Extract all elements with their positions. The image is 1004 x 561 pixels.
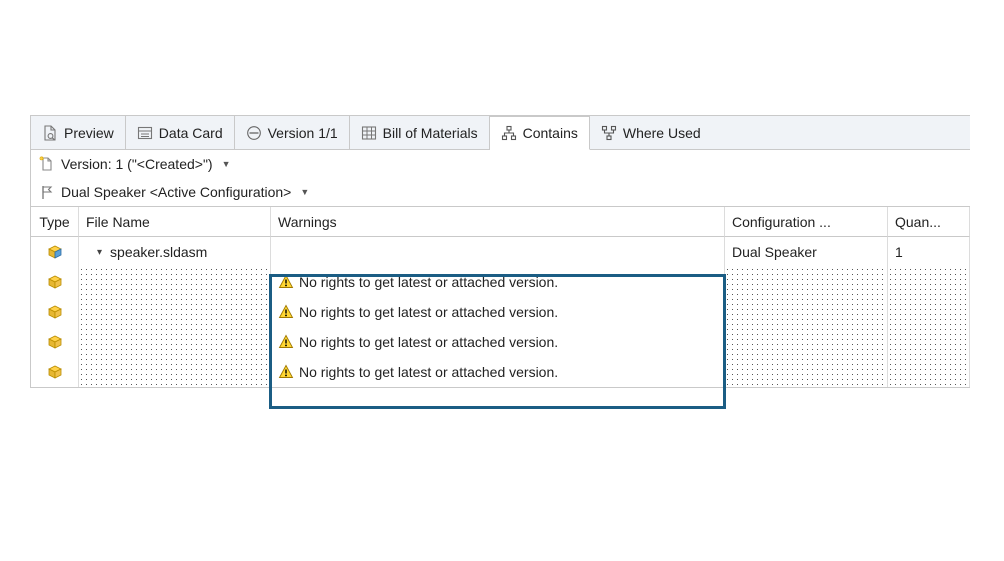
- warn-text: No rights to get latest or attached vers…: [299, 334, 558, 350]
- cfg-cell: [725, 297, 888, 327]
- qty-cell: [888, 327, 970, 357]
- part-icon: [46, 333, 64, 351]
- filename-text: speaker.sldasm: [110, 244, 207, 260]
- bom-icon: [361, 125, 377, 141]
- col-qty[interactable]: Quan...: [888, 207, 970, 237]
- config-selector[interactable]: Dual Speaker <Active Configuration> ▼: [31, 178, 970, 206]
- tab-label: Bill of Materials: [383, 125, 478, 141]
- tab-preview[interactable]: Preview: [31, 116, 126, 149]
- grid-row[interactable]: No rights to get latest or attached vers…: [31, 297, 970, 327]
- chevron-down-icon: ▼: [222, 159, 231, 169]
- tab-contains[interactable]: Contains: [490, 116, 590, 150]
- version-selector[interactable]: Version: 1 ("<Created>") ▼: [31, 150, 970, 178]
- warning-icon: [278, 364, 294, 380]
- tab-label: Preview: [64, 125, 114, 141]
- warning-icon: [278, 274, 294, 290]
- grid-row[interactable]: No rights to get latest or attached vers…: [31, 327, 970, 357]
- tab-whereused[interactable]: Where Used: [590, 116, 712, 149]
- type-cell: [31, 357, 79, 387]
- warning-icon: [278, 334, 294, 350]
- tab-label: Version 1/1: [268, 125, 338, 141]
- qty-cell: [888, 357, 970, 387]
- filename-cell: [79, 357, 271, 387]
- tab-bar: Preview Data Card Version 1/1: [31, 116, 970, 150]
- tab-bom[interactable]: Bill of Materials: [350, 116, 490, 149]
- warn-cell: No rights to get latest or attached vers…: [271, 327, 725, 357]
- tab-version[interactable]: Version 1/1: [235, 116, 350, 149]
- type-cell: [31, 267, 79, 297]
- preview-icon: [42, 125, 58, 141]
- grid-row[interactable]: No rights to get latest or attached vers…: [31, 267, 970, 297]
- contains-panel: Preview Data Card Version 1/1: [30, 115, 970, 388]
- warn-text: No rights to get latest or attached vers…: [299, 274, 558, 290]
- cfg-cell: [725, 327, 888, 357]
- tree-caret-icon[interactable]: ▾: [97, 247, 102, 258]
- part-icon: [46, 363, 64, 381]
- qty-cell: [888, 297, 970, 327]
- col-file[interactable]: File Name: [79, 207, 271, 237]
- warn-cell: [271, 237, 725, 267]
- col-warn[interactable]: Warnings: [271, 207, 725, 237]
- warn-cell: No rights to get latest or attached vers…: [271, 357, 725, 387]
- tab-datacard[interactable]: Data Card: [126, 116, 235, 149]
- warning-icon: [278, 304, 294, 320]
- col-type[interactable]: Type: [31, 207, 79, 237]
- whereused-icon: [601, 125, 617, 141]
- cfg-cell: Dual Speaker: [725, 237, 888, 267]
- tab-label: Data Card: [159, 125, 223, 141]
- chevron-down-icon: ▼: [300, 187, 309, 197]
- datacard-icon: [137, 125, 153, 141]
- config-flag-icon: [39, 184, 55, 200]
- part-icon: [46, 273, 64, 291]
- qty-cell: [888, 267, 970, 297]
- contains-grid: Type File Name Warnings Configuration ..…: [31, 206, 970, 387]
- type-cell: [31, 237, 79, 267]
- warn-cell: No rights to get latest or attached vers…: [271, 297, 725, 327]
- warn-text: No rights to get latest or attached vers…: [299, 364, 558, 380]
- filename-cell: [79, 327, 271, 357]
- version-icon: [246, 125, 262, 141]
- col-cfg[interactable]: Configuration ...: [725, 207, 888, 237]
- assembly-icon: [46, 243, 64, 261]
- contains-icon: [501, 125, 517, 141]
- tab-label: Contains: [523, 125, 578, 141]
- version-selector-label: Version: 1 ("<Created>"): [61, 156, 213, 172]
- config-selector-label: Dual Speaker <Active Configuration>: [61, 184, 291, 200]
- filename-cell: [79, 267, 271, 297]
- type-cell: [31, 297, 79, 327]
- grid-row[interactable]: ▾ speaker.sldasm Dual Speaker 1: [31, 237, 970, 267]
- new-file-icon: [39, 156, 55, 172]
- grid-header: Type File Name Warnings Configuration ..…: [31, 207, 970, 237]
- cfg-cell: [725, 267, 888, 297]
- tab-label: Where Used: [623, 125, 701, 141]
- part-icon: [46, 303, 64, 321]
- type-cell: [31, 327, 79, 357]
- qty-cell: 1: [888, 237, 970, 267]
- cfg-cell: [725, 357, 888, 387]
- filename-cell: ▾ speaker.sldasm: [79, 237, 271, 267]
- warn-cell: No rights to get latest or attached vers…: [271, 267, 725, 297]
- warn-text: No rights to get latest or attached vers…: [299, 304, 558, 320]
- grid-row[interactable]: No rights to get latest or attached vers…: [31, 357, 970, 387]
- filename-cell: [79, 297, 271, 327]
